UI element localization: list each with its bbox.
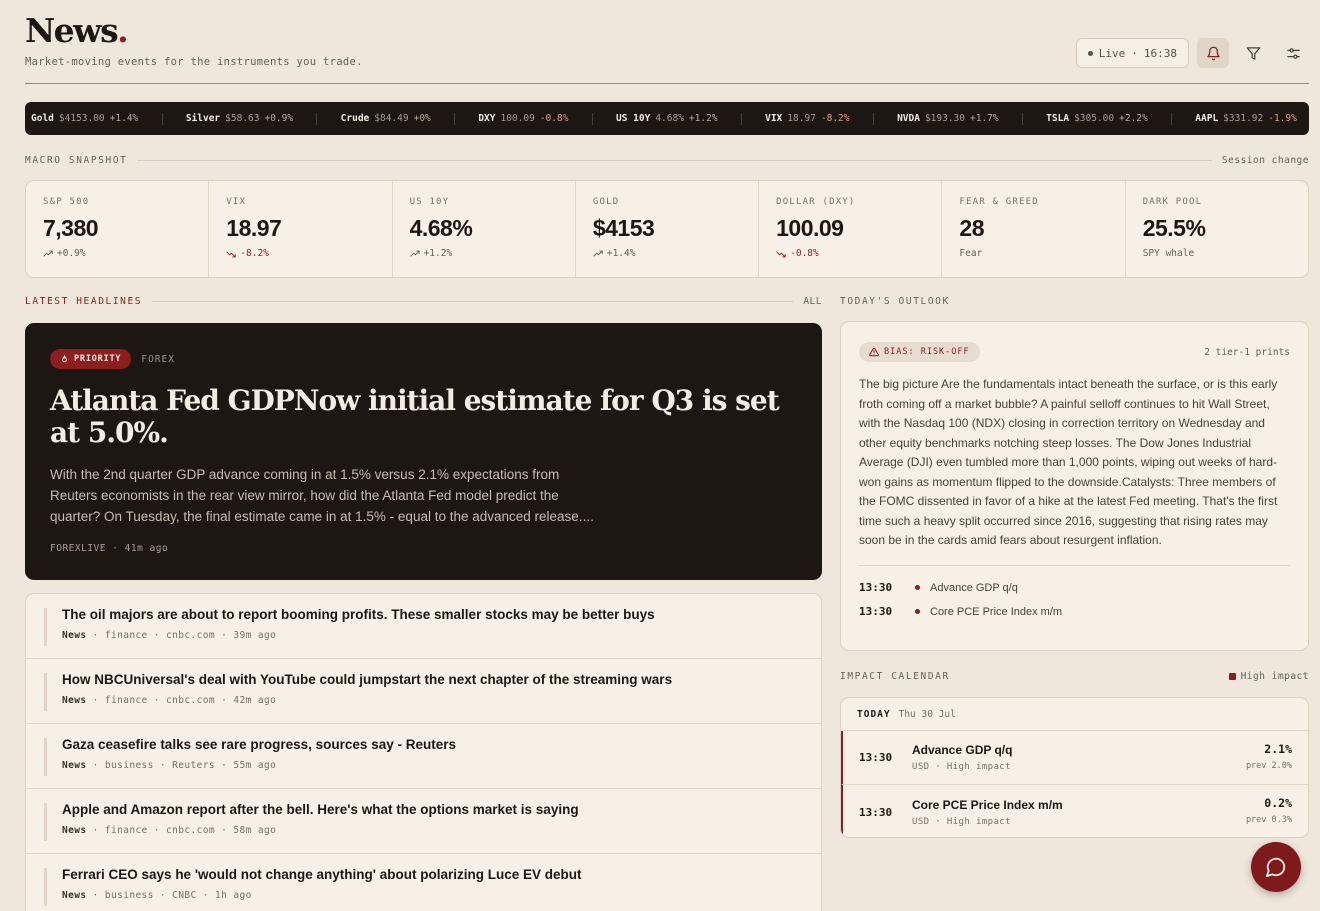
live-status: Live · 16:38 (1075, 38, 1189, 68)
calendar-day: TODAY (857, 708, 891, 720)
trend-up-icon (43, 250, 53, 257)
headline-title: Apple and Amazon report after the bell. … (62, 802, 579, 817)
headline-meta: News · business · CNBC · 1h ago (62, 890, 252, 901)
priority-headline-card[interactable]: PRIORITY FOREX Atlanta Fed GDPNow initia… (25, 323, 822, 580)
trend-down-icon (226, 250, 236, 257)
sliders-icon (1286, 47, 1300, 59)
headline-item[interactable]: Ferrari CEO says he 'would not change an… (26, 854, 821, 911)
macro-cell[interactable]: FEAR & GREED 28 Fear (942, 181, 1126, 277)
trend-up-icon (409, 250, 420, 257)
hero-summary: With the 2nd quarter GDP advance coming … (50, 467, 594, 524)
headline-meta: News · finance · cnbc.com · 42m ago (62, 695, 277, 706)
headline-title: The oil majors are about to report boomi… (62, 607, 655, 622)
macro-value: 7,380 (43, 215, 99, 241)
headlines-section-label: LATEST HEADLINES ALL (25, 296, 822, 307)
macro-cell[interactable]: VIX 18.97 -8.2% (209, 181, 393, 277)
macro-change: -8.2% (226, 248, 391, 259)
headline-title: Ferrari CEO says he 'would not change an… (62, 867, 582, 882)
ticker-item[interactable]: VIX 18.97 -8.2% (765, 113, 849, 124)
impact-calendar: TODAY Thu 30 Jul 13:30 Advance GDP q/q US… (840, 697, 1309, 838)
macro-change: +1.2% (409, 248, 575, 259)
macro-label: GOLD (592, 197, 620, 207)
impact-legend: High impact (1228, 671, 1309, 682)
chat-bubble-icon (1265, 857, 1286, 878)
headline-title: How NBCUniversal's deal with YouTube cou… (62, 672, 673, 687)
price-ticker: Gold $4153.00 +1.4% Silver $58.63 +0.9% Crude $… (25, 102, 1309, 135)
macro-label: DOLLAR (DXY) (776, 197, 856, 207)
settings-button[interactable] (1277, 38, 1309, 68)
macro-label: S&P 500 (43, 197, 90, 207)
macro-label: DARK POOL (1142, 197, 1203, 207)
hero-meta: FOREXLIVE · 41m ago (50, 543, 169, 554)
ticker-item[interactable]: TSLA $305.00 +2.2% (1046, 113, 1148, 124)
filter-button[interactable] (1237, 38, 1269, 68)
ticker-item[interactable]: NVDA $193.30 +1.7% (897, 113, 999, 124)
headline-item[interactable]: Apple and Amazon report after the bell. … (26, 789, 821, 854)
outlook-event[interactable]: 13:30 Core PCE Price Index m/m (859, 600, 1290, 624)
macro-label: FEAR & GREED (959, 197, 1039, 207)
outlook-section-label: TODAY'S OUTLOOK (840, 296, 950, 307)
macro-value: 25.5% (1142, 215, 1206, 241)
macro-section-label: MACRO SNAPSHOT Session change (25, 155, 1309, 166)
ticker-item[interactable]: Crude $84.49 +0% (341, 113, 431, 124)
notifications-button[interactable] (1197, 38, 1229, 68)
ticker-item[interactable]: DXY 100.09 -0.8% (478, 113, 568, 124)
ticker-item[interactable]: Silver $58.63 +0.9% (186, 113, 293, 124)
chat-button[interactable] (1251, 842, 1301, 892)
headline-meta: News · finance · cnbc.com · 58m ago (62, 825, 277, 836)
headline-meta: News · business · Reuters · 55m ago (62, 760, 277, 771)
warning-icon (869, 347, 879, 357)
macro-cell[interactable]: US 10Y 4.68% +1.2% (393, 181, 576, 277)
macro-change: SPY whale (1142, 248, 1195, 259)
macro-cell[interactable]: DOLLAR (DXY) 100.09 -0.8% (759, 181, 943, 277)
priority-badge: PRIORITY (50, 349, 132, 369)
filter-icon (1246, 46, 1260, 60)
macro-change: +1.4% (593, 248, 758, 259)
trend-down-icon (776, 250, 786, 257)
ticker-item[interactable]: US 10Y 4.68% +1.2% (616, 113, 718, 124)
headline-title: Gaza ceasefire talks see rare progress, … (62, 737, 456, 752)
macro-cell[interactable]: GOLD $4153 +1.4% (576, 181, 760, 277)
tier1-prints: 2 tier-1 prints (1204, 346, 1290, 358)
outlook-card: BIAS: RISK-OFF 2 tier-1 prints The big p… (840, 321, 1309, 651)
calendar-date: Thu 30 Jul (898, 708, 956, 720)
live-dot-icon (1087, 50, 1093, 56)
ticker-item[interactable]: Gold $4153.00 +1.4% (31, 113, 138, 124)
calendar-section-label: IMPACT CALENDAR High impact (840, 671, 1309, 682)
live-time: 16:38 (1143, 46, 1177, 60)
macro-value: 28 (959, 215, 984, 241)
page-header: News. Market-moving events for the instr… (25, 12, 1309, 84)
flame-icon (62, 354, 67, 362)
macro-value: $4153 (592, 215, 655, 241)
macro-value: 18.97 (226, 215, 282, 241)
headline-item[interactable]: Gaza ceasefire talks see rare progress, … (26, 724, 821, 789)
bell-icon (1206, 46, 1220, 60)
macro-value: 100.09 (776, 215, 844, 241)
macro-label: VIX (226, 197, 247, 207)
headline-meta: News · finance · cnbc.com · 39m ago (62, 630, 277, 641)
calendar-event-row[interactable]: 13:30 Core PCE Price Index m/m USD · High… (841, 785, 1308, 837)
macro-cell[interactable]: S&P 500 7,380 +0.9% (26, 181, 210, 277)
trend-up-icon (593, 250, 603, 257)
all-headlines-link[interactable]: ALL (803, 296, 822, 307)
macro-change: -0.8% (776, 248, 941, 259)
calendar-event-row[interactable]: 13:30 Advance GDP q/q USD · High impact 2… (841, 731, 1308, 785)
ticker-item[interactable]: AAPL $331.92 -1.9% (1195, 113, 1297, 124)
outlook-event[interactable]: 13:30 Advance GDP q/q (859, 576, 1290, 600)
macro-value: 4.68% (409, 215, 473, 241)
macro-snapshot: S&P 500 7,380 +0.9% VIX 18.97 -8.2% US 10Y… (25, 180, 1309, 278)
macro-change: +0.9% (43, 248, 208, 259)
bias-badge: BIAS: RISK-OFF (859, 342, 980, 362)
hero-title: Atlanta Fed GDPNow initial estimate for … (50, 384, 780, 449)
macro-cell[interactable]: DARK POOL 25.5% SPY whale (1126, 181, 1308, 277)
headline-list: The oil majors are about to report boomi… (25, 593, 822, 911)
macro-change: Fear (959, 248, 983, 259)
macro-label: US 10Y (409, 197, 450, 207)
headline-item[interactable]: The oil majors are about to report boomi… (26, 594, 821, 659)
outlook-body: The big picture Are the fundamentals int… (859, 377, 1278, 547)
hero-category: FOREX (141, 353, 175, 365)
headline-item[interactable]: How NBCUniversal's deal with YouTube cou… (26, 659, 821, 724)
